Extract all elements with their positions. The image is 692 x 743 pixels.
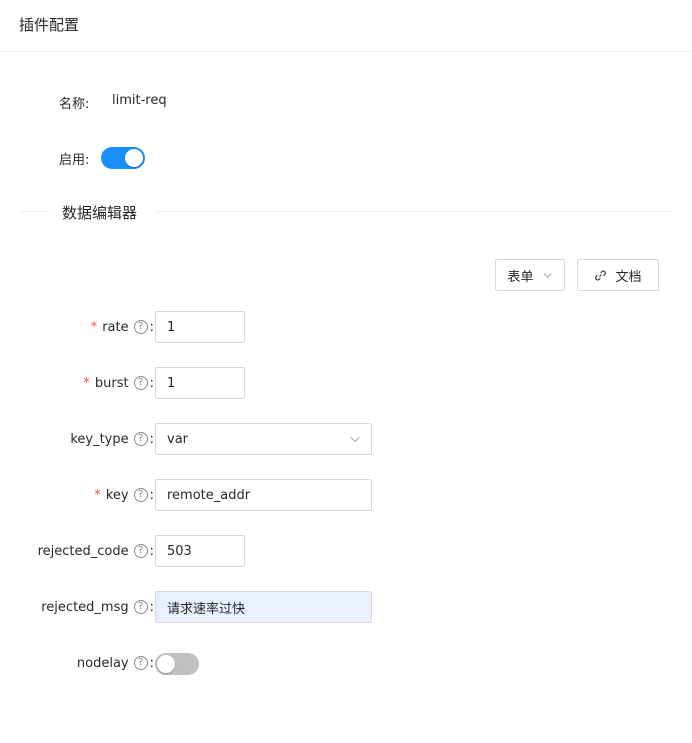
switch-knob: [125, 149, 143, 167]
rejected-msg-label: rejected_msg: [41, 599, 129, 615]
key-type-select[interactable]: var: [155, 423, 372, 455]
rate-field-label: * rate ? :: [0, 311, 154, 343]
rejected-code-value: 503: [167, 543, 192, 559]
divider-line-right: [156, 211, 672, 212]
label-colon: :: [149, 487, 154, 503]
question-circle-icon[interactable]: ?: [133, 656, 148, 670]
nodelay-field-label: nodelay ? :: [0, 647, 154, 679]
data-editor-title: 数据编辑器: [62, 204, 138, 222]
key-type-value: var: [167, 431, 189, 447]
drawer-header: 插件配置: [0, 0, 692, 52]
burst-value: 1: [167, 375, 176, 391]
key-value: remote_addr: [167, 487, 251, 503]
rejected-code-input[interactable]: 503: [155, 535, 245, 567]
key-field-label: * key ? :: [0, 479, 154, 511]
divider-line-left: [19, 211, 49, 212]
rejected-code-field-label: rejected_code ? :: [0, 535, 154, 567]
label-colon: :: [149, 543, 154, 559]
name-label: 名称:: [59, 97, 90, 112]
docs-button[interactable]: 文档: [577, 259, 659, 291]
label-colon: :: [149, 319, 154, 335]
enable-label: 启用:: [59, 153, 90, 168]
key-input[interactable]: remote_addr: [155, 479, 372, 511]
chevron-down-icon: [542, 272, 552, 278]
rejected-code-label: rejected_code: [37, 543, 129, 559]
editor-mode-label: 表单: [507, 269, 534, 285]
question-circle-icon[interactable]: ?: [133, 544, 148, 558]
label-colon: :: [149, 431, 154, 447]
enable-switch[interactable]: [101, 147, 145, 169]
key-label: key: [105, 487, 129, 503]
rejected-msg-value: 请求速率过快: [167, 601, 246, 617]
drawer-title: 插件配置: [19, 16, 80, 34]
switch-knob: [157, 655, 175, 673]
nodelay-switch[interactable]: [155, 653, 199, 675]
editor-mode-select[interactable]: 表单: [495, 259, 565, 291]
plugin-name-value: limit-req: [112, 93, 167, 108]
question-circle-icon[interactable]: ?: [133, 376, 148, 390]
burst-input[interactable]: 1: [155, 367, 245, 399]
rate-value: 1: [167, 319, 176, 335]
rate-label: rate: [102, 319, 129, 335]
required-mark: *: [90, 319, 98, 335]
question-circle-icon[interactable]: ?: [133, 432, 148, 446]
link-icon: [595, 270, 607, 280]
nodelay-label: nodelay: [76, 655, 129, 671]
chevron-down-icon: [350, 436, 360, 443]
label-colon: :: [149, 375, 154, 391]
label-colon: :: [149, 599, 154, 615]
label-colon: :: [149, 655, 154, 671]
rejected-msg-field-label: rejected_msg ? :: [0, 591, 154, 623]
rejected-msg-input[interactable]: 请求速率过快: [155, 591, 372, 623]
key-type-label: key_type: [70, 431, 129, 447]
question-circle-icon[interactable]: ?: [133, 600, 148, 614]
rate-input[interactable]: 1: [155, 311, 245, 343]
docs-label: 文档: [615, 269, 642, 285]
required-mark: *: [94, 487, 101, 503]
burst-field-label: * burst ? :: [0, 367, 154, 399]
question-circle-icon[interactable]: ?: [133, 488, 148, 502]
key-type-field-label: key_type ? :: [0, 423, 154, 455]
burst-label: burst: [94, 375, 129, 391]
required-mark: *: [83, 375, 90, 391]
question-circle-icon[interactable]: ?: [133, 320, 148, 334]
